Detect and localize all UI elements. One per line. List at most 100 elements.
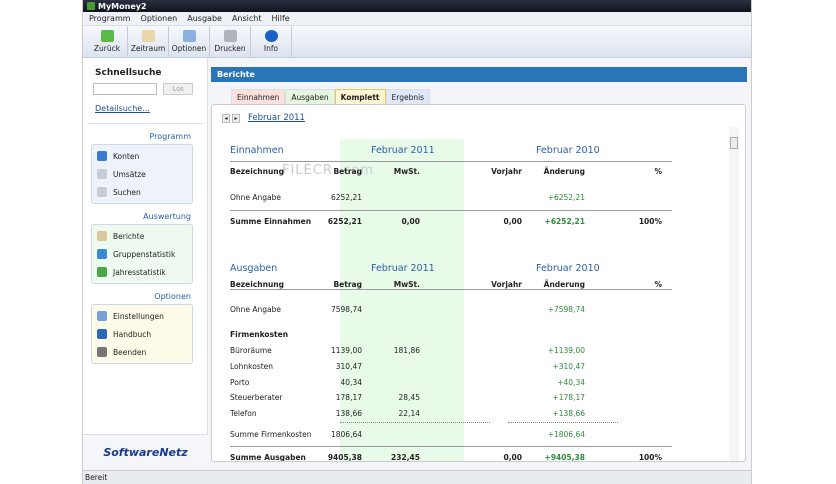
cell: +178,17 (552, 393, 585, 402)
info-button[interactable]: Info (251, 26, 292, 57)
sidebar-item-gruppenstatistik[interactable]: Gruppenstatistik (92, 245, 192, 263)
cell: 7598,74 (330, 305, 362, 314)
cell: Telefon (230, 409, 257, 418)
drucken-button[interactable]: Drucken (210, 26, 251, 57)
menu-bar: Programm Optionen Ausgabe Ansicht Hilfe (83, 12, 751, 26)
cell: 0,00 (503, 217, 522, 226)
reports-header: Berichte (211, 67, 747, 82)
menu-hilfe[interactable]: Hilfe (272, 14, 290, 23)
period-previous-label: Februar 2010 (536, 145, 600, 156)
search-document-icon (97, 187, 107, 197)
cell: +40,34 (557, 378, 585, 387)
info-icon (264, 30, 278, 42)
cell: 6252,21 (330, 193, 362, 202)
sidebar-item-handbuch[interactable]: Handbuch (92, 325, 192, 343)
table-row: Ohne Angabe 7598,74 +7598,74 (230, 303, 672, 317)
sidebar-item-umsätze[interactable]: Umsätze (92, 165, 192, 183)
tab-ergebnis[interactable]: Ergebnis (385, 89, 431, 104)
search-go-button[interactable]: Los (163, 83, 193, 95)
sidebar-item-label: Gruppenstatistik (113, 249, 176, 259)
toolbar-label: Optionen (171, 44, 207, 53)
report-panel: ◂ ▸ Februar 2011 FILECR .com Einnahmen Febr… (211, 104, 746, 462)
prev-period-button[interactable]: ◂ (222, 113, 230, 123)
cell: +1806,64 (547, 430, 585, 439)
cell: 6252,21 (327, 217, 362, 226)
sidebar-item-label: Umsätze (113, 169, 146, 179)
printer-icon (223, 30, 237, 42)
cell: Summe Einnahmen (230, 217, 312, 226)
tab-einnahmen[interactable]: Einnahmen (231, 89, 286, 104)
zurück-button[interactable]: Zurück (87, 26, 128, 57)
cell: 28,45 (398, 393, 420, 402)
globe-icon (97, 151, 107, 161)
sidebar-item-label: Beenden (113, 347, 147, 357)
cell: 181,86 (393, 346, 420, 355)
sidebar-item-beenden[interactable]: Beenden (92, 343, 192, 361)
cell: 232,45 (391, 453, 420, 462)
cell: +138,66 (552, 409, 585, 418)
title-bar: MyMoney2 (83, 0, 751, 12)
column-header: Vorjahr (491, 167, 522, 176)
separator-line (340, 422, 490, 423)
cell: 9405,38 (327, 453, 362, 462)
period-link[interactable]: Februar 2011 (248, 113, 305, 123)
table-row: Porto 40,34 +40,34 (230, 376, 672, 390)
softwarenetz-logo: SoftwareNetz (83, 434, 208, 470)
zeitraum-button[interactable]: Zeitraum (128, 26, 169, 57)
section-header: Ausgaben Februar 2011 Februar 2010 (230, 261, 672, 275)
quick-search-input[interactable] (93, 83, 157, 95)
cell: +1139,00 (547, 346, 585, 355)
separator-line (508, 422, 618, 423)
column-header: Betrag (333, 280, 362, 289)
cell: 178,17 (335, 393, 362, 402)
toolbar-label: Drucken (214, 44, 246, 53)
options-window-icon (182, 30, 196, 42)
sidebar-item-einstellungen[interactable]: Einstellungen (92, 307, 192, 325)
column-header: Vorjahr (491, 280, 522, 289)
menu-ausgabe[interactable]: Ausgabe (187, 14, 222, 23)
status-bar: Bereit (83, 470, 751, 484)
section-title: Einnahmen (230, 145, 284, 156)
book-icon (97, 329, 107, 339)
table-row: Lohnkosten 310,47 +310,47 (230, 360, 672, 374)
table-row: Büroräume 1139,00 181,86 +1139,00 (230, 344, 672, 358)
column-header: % (654, 167, 662, 176)
sidebar-item-suchen[interactable]: Suchen (92, 183, 192, 201)
menu-optionen[interactable]: Optionen (141, 14, 178, 23)
table-row: Ohne Angabe 6252,21 +6252,21 (230, 191, 672, 205)
separator-line (230, 289, 672, 290)
sidebar-item-jahresstatistik[interactable]: Jahresstatistik (92, 263, 192, 281)
cell: 22,14 (398, 409, 420, 418)
sidebar-item-label: Berichte (113, 231, 145, 241)
document-icon (97, 169, 107, 179)
column-header: MwSt. (393, 280, 420, 289)
tab-ausgaben[interactable]: Ausgaben (285, 89, 335, 104)
group-title: Programm (149, 132, 191, 141)
sidebar-item-label: Handbuch (113, 329, 152, 339)
sidebar-group-auswertung: Berichte Gruppenstatistik Jahresstatistik (91, 224, 193, 284)
group-title: Auswertung (143, 212, 191, 221)
detail-search-link[interactable]: Detailsuche... (95, 104, 207, 113)
toolbar-label: Zeitraum (130, 44, 166, 53)
tab-komplett[interactable]: Komplett (334, 89, 386, 104)
cell: 100% (638, 453, 662, 462)
cell: Firmenkosten (230, 330, 289, 339)
sidebar-item-label: Jahresstatistik (113, 267, 166, 277)
sidebar: Schnellsuche Los Detailsuche... Programm… (83, 58, 208, 470)
menu-ansicht[interactable]: Ansicht (232, 14, 262, 23)
optionen-button[interactable]: Optionen (169, 26, 210, 57)
section-title: Ausgaben (230, 263, 278, 274)
sidebar-item-konten[interactable]: Konten (92, 147, 192, 165)
quick-search-title: Schnellsuche (95, 68, 162, 78)
pie-chart-icon (97, 249, 107, 259)
main-area: Berichte Einnahmen Ausgaben Komplett Ergebn… (211, 58, 748, 464)
scroll-thumb[interactable] (730, 137, 738, 149)
next-period-button[interactable]: ▸ (232, 113, 240, 123)
sidebar-item-berichte[interactable]: Berichte (92, 227, 192, 245)
menu-programm[interactable]: Programm (89, 14, 131, 23)
table-row: Steuerberater 178,17 28,45 +178,17 (230, 391, 672, 405)
cell: Summe Firmenkosten (230, 430, 312, 439)
column-header: % (654, 280, 662, 289)
cell: Lohnkosten (230, 362, 274, 371)
vertical-scrollbar[interactable] (729, 127, 739, 461)
